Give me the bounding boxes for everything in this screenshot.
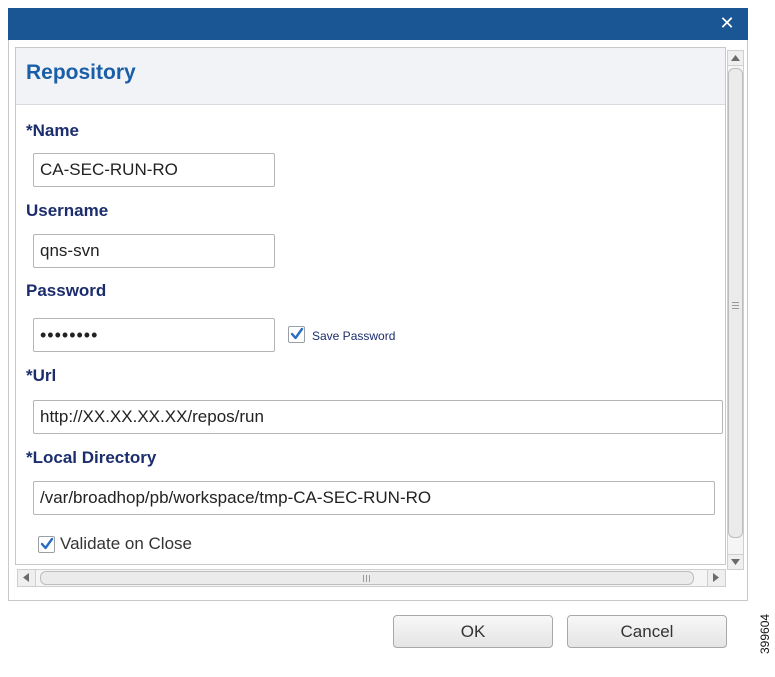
scroll-right-button[interactable] xyxy=(707,570,725,586)
scroll-up-button[interactable] xyxy=(728,51,743,66)
validate-on-close-checkbox[interactable] xyxy=(38,536,55,553)
chevron-down-icon xyxy=(731,559,740,565)
repository-panel: Repository *Name Username Password Save … xyxy=(15,47,726,565)
grip-line xyxy=(732,308,739,309)
repository-dialog: Repository *Name Username Password Save … xyxy=(8,40,748,601)
panel-header: Repository xyxy=(16,48,725,105)
scroll-down-button[interactable] xyxy=(728,554,743,569)
panel-title: Repository xyxy=(26,61,136,84)
figure-id: 399604 xyxy=(758,613,772,654)
save-password-checkbox[interactable] xyxy=(288,326,305,343)
grip-line xyxy=(732,302,739,303)
password-field[interactable] xyxy=(33,318,275,352)
url-label: *Url xyxy=(26,366,57,385)
cancel-button[interactable]: Cancel xyxy=(567,615,727,648)
checkmark-icon xyxy=(40,537,54,550)
password-label: Password xyxy=(26,281,107,300)
grip-line xyxy=(732,305,739,306)
name-field[interactable] xyxy=(33,153,275,187)
chevron-left-icon xyxy=(23,573,29,582)
ok-button[interactable]: OK xyxy=(393,615,553,648)
horizontal-scrollbar[interactable] xyxy=(17,569,726,587)
vertical-scroll-thumb[interactable] xyxy=(728,68,743,538)
vertical-scrollbar[interactable] xyxy=(727,50,744,570)
dialog-titlebar: ✕ xyxy=(8,8,748,40)
grip-line xyxy=(366,575,367,582)
grip-line xyxy=(369,575,370,582)
username-label: Username xyxy=(26,201,109,220)
local-directory-field[interactable] xyxy=(33,481,715,515)
save-password-label: Save Password xyxy=(312,329,396,343)
local-directory-label: *Local Directory xyxy=(26,448,157,467)
name-label: *Name xyxy=(26,121,79,140)
grip-line xyxy=(363,575,364,582)
validate-on-close-label: Validate on Close xyxy=(60,534,192,553)
checkmark-icon xyxy=(290,327,304,340)
chevron-right-icon xyxy=(713,573,719,582)
scroll-left-button[interactable] xyxy=(18,570,36,586)
close-icon[interactable]: ✕ xyxy=(716,13,738,35)
username-field[interactable] xyxy=(33,234,275,268)
url-field[interactable] xyxy=(33,400,723,434)
chevron-up-icon xyxy=(731,55,740,61)
horizontal-scroll-thumb[interactable] xyxy=(40,571,694,585)
